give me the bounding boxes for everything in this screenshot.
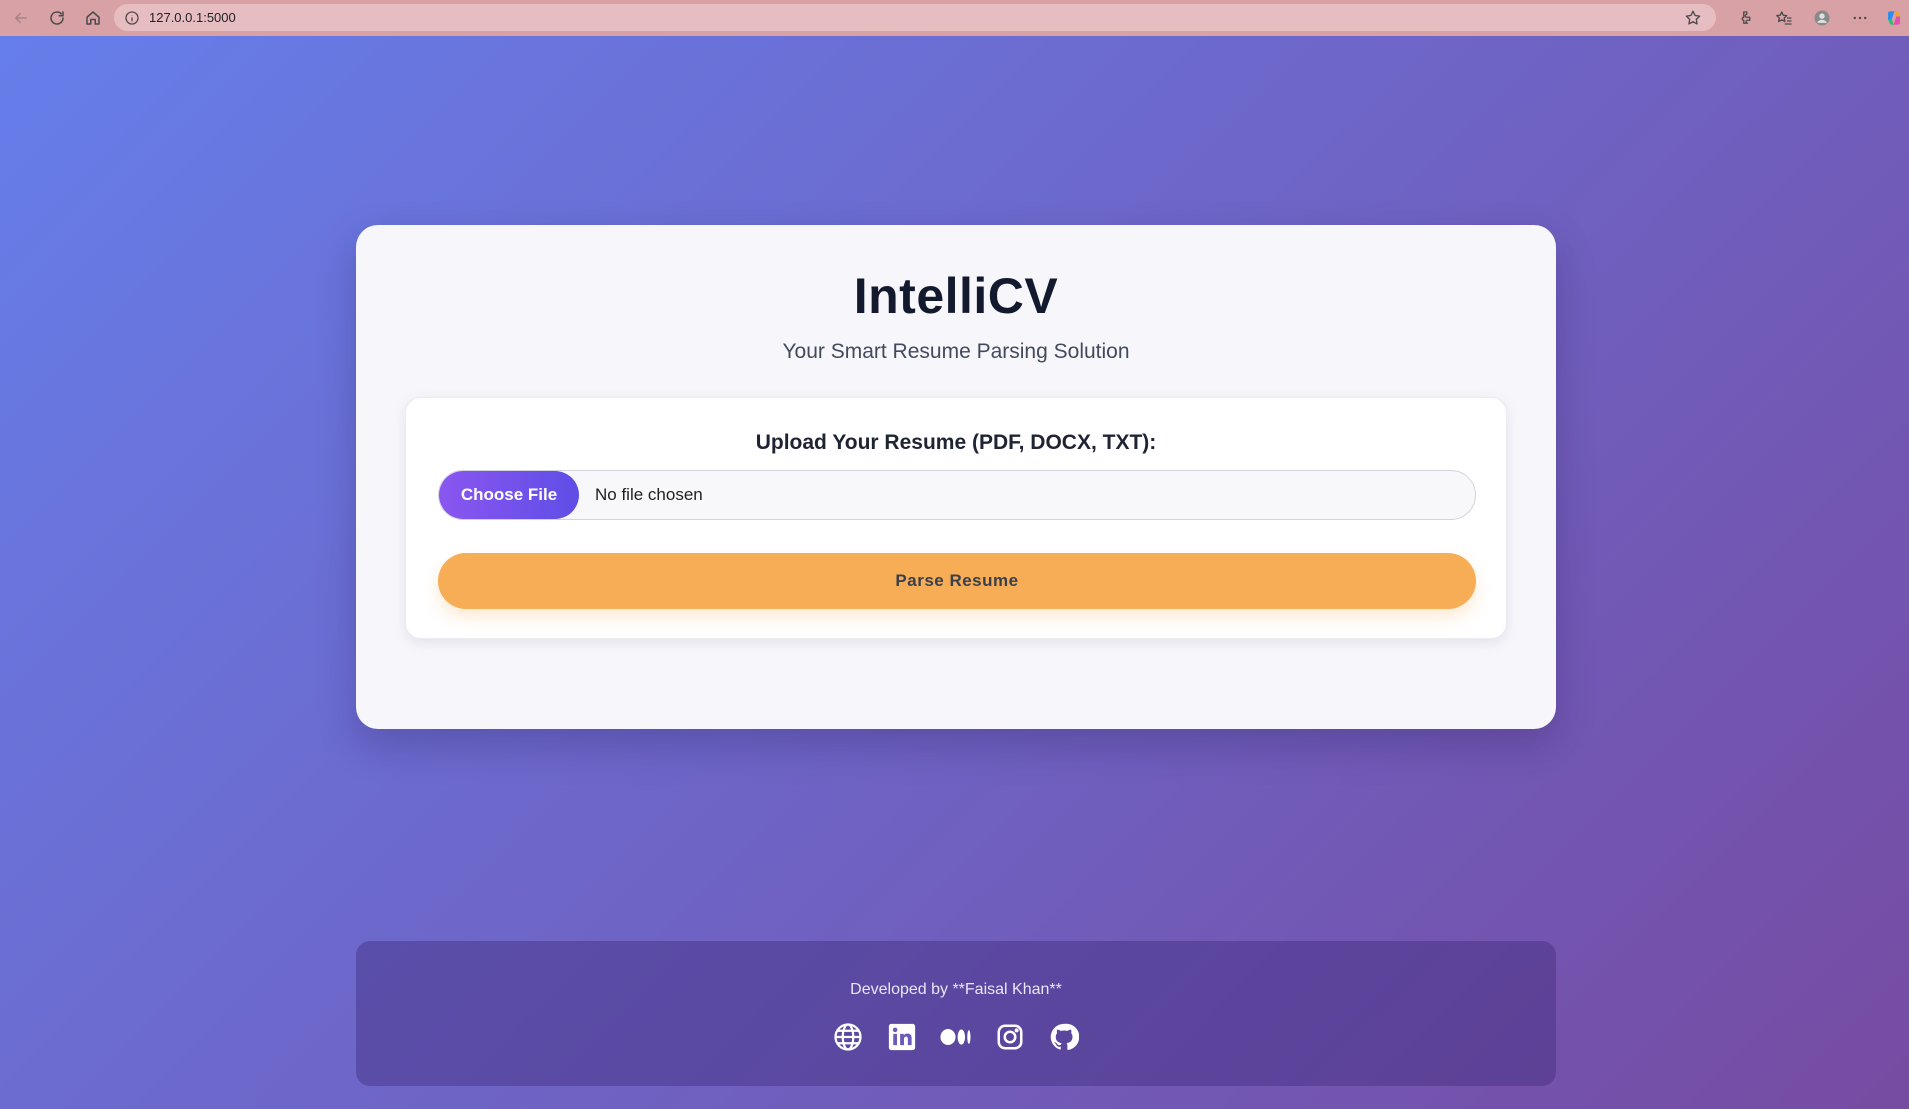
github-link[interactable] bbox=[1048, 1021, 1080, 1053]
page-background: IntelliCV Your Smart Resume Parsing Solu… bbox=[0, 36, 1909, 1109]
url-text[interactable]: 127.0.0.1:5000 bbox=[149, 10, 236, 25]
home-icon bbox=[86, 11, 100, 25]
copilot-icon bbox=[1888, 11, 1900, 25]
arrow-left-icon bbox=[15, 12, 27, 24]
github-icon bbox=[1050, 1023, 1079, 1050]
address-bar[interactable]: 127.0.0.1:5000 bbox=[114, 4, 1716, 31]
website-link[interactable] bbox=[832, 1021, 864, 1053]
main-card: IntelliCV Your Smart Resume Parsing Solu… bbox=[356, 225, 1556, 729]
back-button[interactable] bbox=[6, 3, 36, 33]
browser-toolbar: 127.0.0.1:5000 bbox=[0, 0, 1909, 36]
linkedin-icon bbox=[888, 1023, 916, 1051]
avatar-icon bbox=[1814, 10, 1830, 26]
medium-icon bbox=[940, 1029, 971, 1045]
favorite-star-icon[interactable] bbox=[1684, 9, 1702, 27]
profile-button[interactable] bbox=[1803, 3, 1841, 33]
instagram-icon bbox=[997, 1024, 1023, 1050]
home-button[interactable] bbox=[78, 3, 108, 33]
puzzle-icon bbox=[1741, 11, 1751, 24]
more-dots-icon bbox=[1853, 16, 1867, 20]
extensions-button[interactable] bbox=[1727, 3, 1765, 33]
footer: Developed by **Faisal Khan** bbox=[356, 941, 1556, 1086]
globe-icon bbox=[834, 1023, 862, 1051]
more-menu-button[interactable] bbox=[1841, 3, 1879, 33]
reload-button[interactable] bbox=[42, 3, 72, 33]
copilot-button[interactable] bbox=[1879, 3, 1909, 33]
linkedin-link[interactable] bbox=[886, 1021, 918, 1053]
file-status-text: No file chosen bbox=[595, 485, 703, 504]
instagram-link[interactable] bbox=[994, 1021, 1026, 1053]
choose-file-button[interactable]: Choose File bbox=[439, 471, 579, 519]
upload-label: Upload Your Resume (PDF, DOCX, TXT): bbox=[755, 431, 1157, 454]
site-info-icon[interactable] bbox=[124, 10, 140, 26]
favorites-button[interactable] bbox=[1765, 3, 1803, 33]
file-input[interactable]: Choose File No file chosen bbox=[438, 470, 1476, 520]
footer-credit: Developed by **Faisal Khan** bbox=[850, 981, 1062, 998]
social-links bbox=[356, 1021, 1556, 1053]
reload-icon bbox=[50, 11, 64, 25]
parse-resume-button[interactable]: Parse Resume bbox=[438, 553, 1476, 609]
favorites-list-icon bbox=[1776, 11, 1792, 25]
medium-link[interactable] bbox=[940, 1021, 972, 1053]
upload-form: Upload Your Resume (PDF, DOCX, TXT): Cho… bbox=[405, 397, 1507, 639]
page-title: IntelliCV bbox=[853, 268, 1059, 324]
page-subtitle: Your Smart Resume Parsing Solution bbox=[782, 340, 1130, 363]
